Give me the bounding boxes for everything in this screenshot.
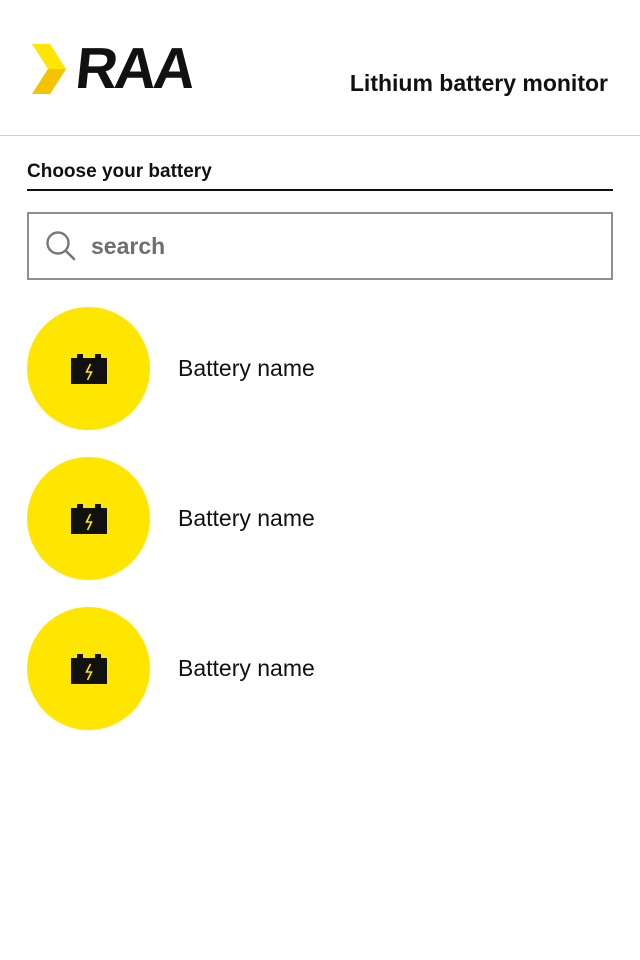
raa-logo: RAA xyxy=(30,36,197,101)
battery-avatar xyxy=(27,307,150,430)
battery-list-item[interactable]: Battery name xyxy=(27,457,613,580)
brand-wordmark: RAA xyxy=(72,36,197,101)
battery-icon xyxy=(70,353,107,384)
battery-list-item[interactable]: Battery name xyxy=(27,607,613,730)
page-title: Lithium battery monitor xyxy=(349,70,608,96)
battery-list-item[interactable]: Battery name xyxy=(27,307,613,430)
battery-icon xyxy=(70,503,107,534)
search-field[interactable] xyxy=(27,212,613,280)
battery-name: Battery name xyxy=(178,355,315,381)
battery-avatar xyxy=(27,607,150,730)
app-screen: RAA Lithium battery monitor Choose your … xyxy=(0,0,640,960)
section-heading: Choose your battery xyxy=(27,161,613,191)
battery-name: Battery name xyxy=(178,505,315,531)
app-header: RAA Lithium battery monitor xyxy=(0,0,640,136)
battery-icon xyxy=(70,653,107,684)
battery-avatar xyxy=(27,457,150,580)
search-input[interactable] xyxy=(89,231,553,261)
main-content: Choose your battery Battery name xyxy=(27,136,613,757)
chevron-logo-icon xyxy=(32,44,66,94)
battery-name: Battery name xyxy=(178,655,315,681)
battery-list: Battery name Battery name Battery name xyxy=(27,307,613,730)
search-icon xyxy=(46,231,76,261)
